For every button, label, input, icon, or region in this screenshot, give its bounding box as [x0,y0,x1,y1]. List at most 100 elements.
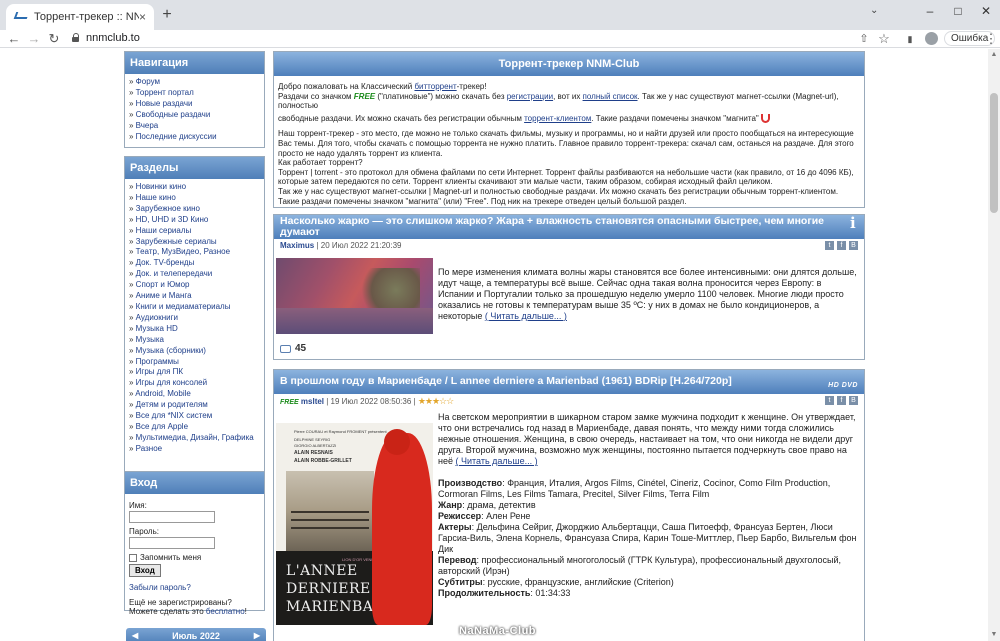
register-suffix: ! [244,607,247,616]
section-link-2[interactable]: Зарубежное кино [129,204,260,215]
section-link-17[interactable]: Игры для ПК [129,367,260,378]
nav-link-5[interactable]: Последние дискуссии [129,132,260,143]
torrent-client-link[interactable]: торрент-клиентом [524,114,591,123]
bookmark-star-icon[interactable]: ☆ [876,31,892,47]
section-link-10[interactable]: Аниме и Манга [129,291,260,302]
comments-number: 45 [295,343,307,354]
director-value: : Ален Рене [481,511,531,521]
genre-value: : драма, детектив [462,500,536,510]
torrent-title-text[interactable]: В прошлом году в Мариенбаде / L annee de… [280,375,732,387]
maximize-button[interactable]: □ [948,4,968,18]
browser-tab[interactable]: Торрент-трекер :: NNM-Club × [6,4,154,30]
password-input[interactable] [129,536,215,549]
welcome-para5: Так же у нас существуют магнет-ссылки | … [278,186,839,206]
vk-share-icon[interactable]: B [849,396,858,405]
comments-count[interactable]: 45 [280,343,306,354]
profile-avatar-icon[interactable] [925,32,938,45]
poster-actor1: DELPHINE SEYRIG [294,437,331,442]
torrent-author[interactable]: msltel [301,397,324,406]
vk-share-icon[interactable]: B [849,241,858,250]
section-link-12[interactable]: Аудиокниги [129,313,260,324]
section-link-9[interactable]: Спорт и Юмор [129,280,260,291]
scroll-up-icon[interactable]: ▲ [990,51,998,59]
post-author[interactable]: Maximus [280,241,314,250]
section-link-22[interactable]: Все для Apple [129,422,260,433]
forgot-password-link[interactable]: Забыли пароль? [129,583,191,592]
rating-stars: ★★★☆☆ [417,396,454,406]
subtitles-value: : русские, французские, английские (Crit… [482,577,674,587]
section-link-24[interactable]: Разное [129,444,260,455]
reload-button[interactable]: ↻ [46,31,62,47]
page-scrollbar[interactable]: ▲ ▼ [988,49,1000,641]
section-link-11[interactable]: Книги и медиаматериалы [129,302,260,313]
browser-menu-icon[interactable]: ⋮ [983,31,999,47]
post-title[interactable]: Насколько жарко — это слишком жарко? Жар… [274,215,864,239]
translation-value: : профессиональный многоголосый (ГТРК Ку… [438,555,842,576]
section-link-20[interactable]: Детям и родителям [129,400,260,411]
new-tab-button[interactable]: + [158,6,176,24]
welcome-line3: свободные раздачи. Их можно скачать без … [278,113,525,123]
section-link-4[interactable]: Наши сериалы [129,226,260,237]
section-link-14[interactable]: Музыка [129,335,260,346]
scroll-thumb[interactable] [990,93,998,213]
nav-link-1[interactable]: Торрент портал [129,88,260,99]
calendar-next-icon[interactable]: ▶ [254,628,260,641]
section-link-7[interactable]: Док. TV-бренды [129,258,260,269]
section-link-13[interactable]: Музыка HD [129,324,260,335]
register-free-link[interactable]: бесплатно [206,607,245,616]
post-title-text[interactable]: Насколько жарко — это слишком жарко? Жар… [280,215,824,238]
page-content: Навигация ФорумТоррент порталНовые разда… [0,49,1000,641]
nav-link-3[interactable]: Свободные раздачи [129,110,260,121]
section-link-0[interactable]: Новинки кино [129,182,260,193]
welcome-line3-b: . Такие раздачи помечены значком "магнит… [591,113,759,123]
username-input[interactable] [129,511,215,523]
news-post: Насколько жарко — это слишком жарко? Жар… [273,214,865,360]
section-link-16[interactable]: Программы [129,357,260,368]
tab-search-icon[interactable]: ⌄ [870,5,878,16]
share-icon[interactable]: ⇧ [856,31,872,47]
remember-label: Запомнить меня [140,553,202,562]
address-bar[interactable]: nnmclub.to [86,32,140,44]
section-link-1[interactable]: Наше кино [129,193,260,204]
section-link-18[interactable]: Игры для консолей [129,378,260,389]
minimize-button[interactable]: – [920,4,940,18]
section-link-19[interactable]: Android, Mobile [129,389,260,400]
remember-checkbox[interactable] [129,553,137,562]
registration-link[interactable]: регистрации [507,92,553,101]
browser-toolbar: ← → ↻ nnmclub.to ⇧ ☆ ▮ Ошибка ⋮ [0,30,1000,48]
section-link-6[interactable]: Театр, МузВидео, Разное [129,247,260,258]
read-more-link[interactable]: ( Читать дальше... ) [485,311,567,321]
heat-map-image[interactable] [276,258,433,334]
forward-button[interactable]: → [26,31,42,47]
bittorrent-link[interactable]: битторрент [414,82,456,91]
section-link-21[interactable]: Все для *NIX систем [129,411,260,422]
tab-close-icon[interactable]: × [139,10,146,24]
welcome-line2-b: ("платиновые") можно скачать без [375,91,507,101]
section-link-15[interactable]: Музыка (сборники) [129,346,260,357]
side-panel-icon[interactable]: ▮ [902,31,918,47]
twitter-share-icon[interactable]: t [825,241,834,250]
window-close-button[interactable]: ✕ [976,4,996,18]
section-link-8[interactable]: Док. и телепередачи [129,269,260,280]
welcome-line1-end: -трекер! [456,82,487,91]
movie-poster[interactable]: Pierre COURAU et Raymond FROMENT présent… [276,423,433,625]
back-button[interactable]: ← [6,31,22,47]
torrent-title[interactable]: В прошлом году в Мариенбаде / L annee de… [274,370,864,394]
nav-link-4[interactable]: Вчера [129,121,260,132]
calendar-prev-icon[interactable]: ◀ [132,628,138,641]
nav-link-2[interactable]: Новые раздачи [129,99,260,110]
read-more-link[interactable]: ( Читать дальше... ) [455,456,537,466]
scroll-down-icon[interactable]: ▼ [990,631,998,639]
full-list-link[interactable]: полный список [583,92,638,101]
section-link-5[interactable]: Зарубежные сериалы [129,237,260,248]
facebook-share-icon[interactable]: f [837,396,846,405]
lock-icon[interactable] [72,33,80,42]
login-button[interactable]: Вход [129,564,161,577]
duration-label: Продолжительность [438,588,531,598]
facebook-share-icon[interactable]: f [837,241,846,250]
sections-list: Новинки киноНаше киноЗарубежное киноHD, … [125,179,264,458]
section-link-3[interactable]: HD, UHD и 3D Кино [129,215,260,226]
twitter-share-icon[interactable]: t [825,396,834,405]
section-link-23[interactable]: Мультимедиа, Дизайн, Графика [129,433,260,444]
nav-link-0[interactable]: Форум [129,77,260,88]
